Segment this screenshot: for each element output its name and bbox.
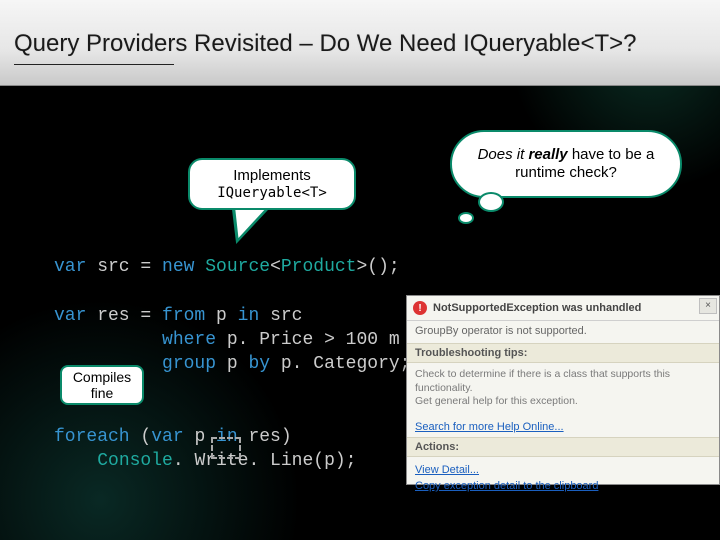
thought-bubble-dot1 bbox=[478, 192, 504, 212]
code-text: p bbox=[216, 354, 248, 374]
code-text: . Write. Line(p); bbox=[173, 451, 357, 471]
kw-foreach: foreach bbox=[54, 427, 130, 447]
callout-line1: Implements bbox=[233, 167, 311, 184]
code-text: p. Category; bbox=[270, 354, 410, 374]
thought-text: Does it really have to be a runtime chec… bbox=[450, 130, 682, 198]
code-pad bbox=[54, 330, 162, 350]
type-source: Source bbox=[205, 257, 270, 277]
title-underline bbox=[14, 64, 174, 65]
slide: Query Providers Revisited – Do We Need I… bbox=[0, 0, 720, 540]
type-product: Product bbox=[281, 257, 357, 277]
error-icon: ! bbox=[413, 301, 427, 315]
callout-line2: IQueryable<T> bbox=[217, 185, 327, 201]
kw-where: where bbox=[162, 330, 216, 350]
copy-detail-link[interactable]: Copy exception detail to the clipboard bbox=[415, 480, 711, 492]
kw-var: var bbox=[151, 427, 183, 447]
thought-emph: really bbox=[528, 146, 567, 163]
kw-by: by bbox=[248, 354, 270, 374]
view-detail-link[interactable]: View Detail... bbox=[415, 464, 711, 476]
thought-bubble: Does it really have to be a runtime chec… bbox=[450, 130, 682, 210]
code-text: p bbox=[205, 306, 237, 326]
kw-from: from bbox=[162, 306, 205, 326]
code-text bbox=[194, 257, 205, 277]
kw-in: in bbox=[238, 306, 260, 326]
tips-body: Check to determine if there is a class t… bbox=[407, 363, 719, 417]
kw-var: var bbox=[54, 257, 86, 277]
exception-title: NotSupportedException was unhandled bbox=[433, 302, 641, 314]
code-text: src = bbox=[86, 257, 162, 277]
tips-header: Troubleshooting tips: bbox=[407, 343, 719, 363]
code-text: < bbox=[270, 257, 281, 277]
actions-body: View Detail... Copy exception detail to … bbox=[407, 457, 719, 502]
code-text: p. Price > 100 m bbox=[216, 330, 400, 350]
exception-message: GroupBy operator is not supported. bbox=[407, 321, 719, 343]
slide-title: Query Providers Revisited – Do We Need I… bbox=[14, 30, 637, 58]
code-text: >(); bbox=[357, 257, 400, 277]
tip-line2: Get general help for this exception. bbox=[415, 395, 711, 409]
exception-header: ! NotSupportedException was unhandled bbox=[407, 296, 719, 321]
kw-var: var bbox=[54, 306, 86, 326]
callout-compiles-fine: Compiles fine bbox=[60, 365, 144, 405]
search-help-link[interactable]: Search for more Help Online... bbox=[415, 421, 711, 433]
code-text: res) bbox=[238, 427, 292, 447]
exception-popup: × ! NotSupportedException was unhandled … bbox=[406, 295, 720, 485]
code-text: src bbox=[259, 306, 302, 326]
callout-implements: Implements IQueryable<T> bbox=[188, 158, 356, 210]
thought-prefix: Does it bbox=[478, 146, 529, 163]
code-pad bbox=[54, 451, 97, 471]
kw-new: new bbox=[162, 257, 194, 277]
type-console: Console bbox=[97, 451, 173, 471]
dashed-highlight-in bbox=[211, 437, 241, 459]
actions-header: Actions: bbox=[407, 437, 719, 457]
close-button[interactable]: × bbox=[699, 298, 717, 314]
code-text: ( bbox=[130, 427, 152, 447]
speech-tail bbox=[224, 208, 270, 244]
code-text: res = bbox=[86, 306, 162, 326]
tip-line1: Check to determine if there is a class t… bbox=[415, 368, 711, 395]
kw-group: group bbox=[162, 354, 216, 374]
thought-bubble-dot2 bbox=[458, 212, 474, 224]
